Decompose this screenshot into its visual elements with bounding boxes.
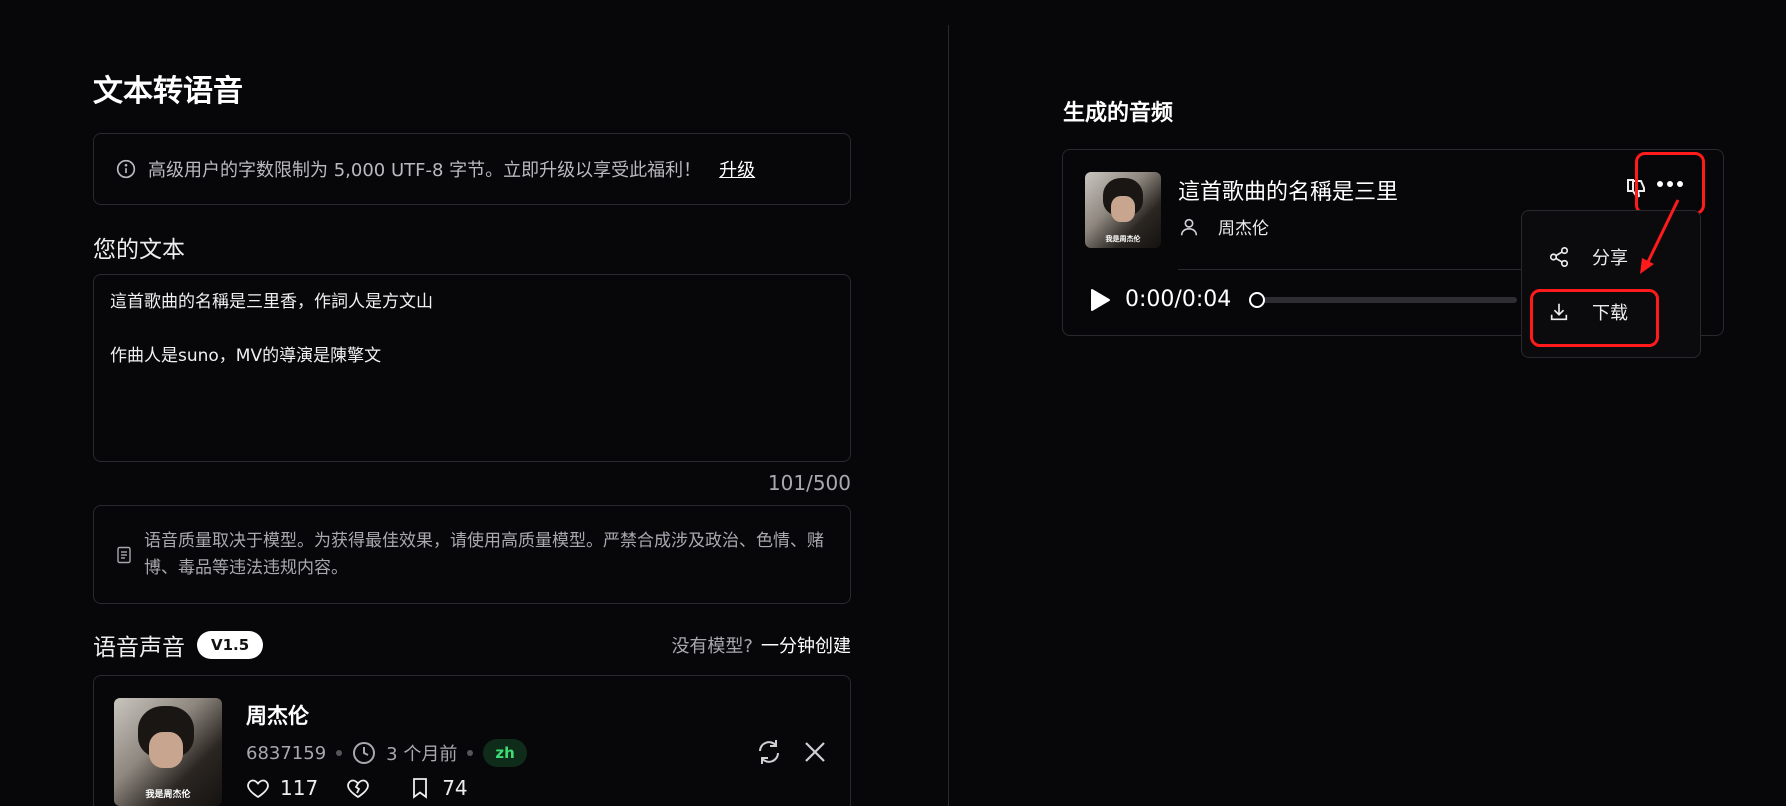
progress-knob[interactable] [1249, 291, 1266, 308]
audio-title: 這首歌曲的名稱是三里 [1178, 180, 1399, 205]
quality-note: 语音质量取决于模型。为获得最佳效果，请使用高质量模型。严禁合成涉及政治、色情、赌… [93, 505, 851, 604]
info-icon [116, 159, 136, 179]
left-panel: 文本转语音 高级用户的字数限制为 5,000 UTF-8 字节。立即升级以享受此… [93, 0, 851, 806]
audio-artist: 周杰伦 [1178, 214, 1269, 239]
play-icon[interactable] [1089, 288, 1111, 312]
more-icon [1657, 180, 1683, 187]
audio-thumbnail: 我是周杰伦 [1085, 172, 1161, 248]
avatar-caption: 我是周杰伦 [145, 790, 191, 800]
clock-icon [353, 742, 376, 764]
text-label: 您的文本 [93, 237, 185, 263]
voice-section-label: 语音声音 [93, 635, 185, 661]
playback-time: 0:00/0:04 [1125, 287, 1232, 312]
quality-note-text: 语音质量取决于模型。为获得最佳效果，请使用高质量模型。严禁合成涉及政治、色情、赌… [144, 530, 824, 578]
audio-player: 0:00/0:04 [1089, 287, 1518, 312]
voice-avatar: 我是周杰伦 [114, 698, 222, 806]
char-count: 101/500 [767, 471, 851, 495]
voice-id: 6837159 [246, 742, 327, 764]
annotation-arrow [1640, 199, 1680, 274]
close-icon[interactable] [802, 739, 828, 765]
heart-icon[interactable] [246, 776, 270, 800]
download-highlight [1530, 289, 1659, 347]
voice-header: 语音声音 V1.5 没有模型? 一分钟创建 [93, 628, 851, 662]
page-title: 文本转语音 [93, 74, 243, 109]
saves-count: 74 [442, 776, 468, 800]
voice-name: 周杰伦 [246, 704, 309, 728]
generated-audio-title: 生成的音频 [1063, 101, 1174, 126]
upgrade-notice: 高级用户的字数限制为 5,000 UTF-8 字节。立即升级以享受此福利！ 升级 [93, 133, 851, 205]
thumbnail-face [1111, 196, 1135, 222]
refresh-icon[interactable] [754, 737, 784, 767]
document-icon [117, 546, 131, 563]
broken-heart-icon[interactable] [346, 776, 370, 800]
notice-text: 高级用户的字数限制为 5,000 UTF-8 字节。立即升级以享受此福利！ [148, 160, 702, 181]
progress-track[interactable] [1249, 291, 1518, 308]
text-input[interactable]: 這首歌曲的名稱是三里香，作詞人是方文山 作曲人是suno，MV的導演是陳擎文 [93, 274, 851, 462]
share-label: 分享 [1592, 248, 1628, 269]
voice-card[interactable]: 我是周杰伦 周杰伦 6837159 3 个月前 zh 117 74 [93, 675, 851, 806]
artist-name: 周杰伦 [1218, 219, 1269, 239]
column-divider [948, 25, 949, 806]
page: 文本转语音 高级用户的字数限制为 5,000 UTF-8 字节。立即升级以享受此… [0, 0, 1786, 806]
meta-separator [336, 750, 343, 756]
language-badge: zh [483, 739, 527, 767]
share-icon [1549, 247, 1569, 267]
bookmark-icon[interactable] [408, 776, 432, 800]
no-model-text: 没有模型? [671, 636, 753, 657]
create-model-link[interactable]: 一分钟创建 [761, 632, 851, 658]
avatar-face [149, 732, 183, 768]
version-badge[interactable]: V1.5 [197, 631, 264, 659]
meta-separator [467, 750, 474, 756]
voice-stats: 117 74 [246, 776, 496, 800]
user-icon [1180, 218, 1198, 235]
upgrade-link[interactable]: 升级 [719, 156, 755, 182]
voice-meta: 6837159 3 个月前 zh [246, 739, 527, 767]
thumbnail-caption: 我是周杰伦 [1105, 235, 1141, 243]
likes-count: 117 [280, 776, 319, 800]
voice-time: 3 个月前 [386, 744, 458, 765]
